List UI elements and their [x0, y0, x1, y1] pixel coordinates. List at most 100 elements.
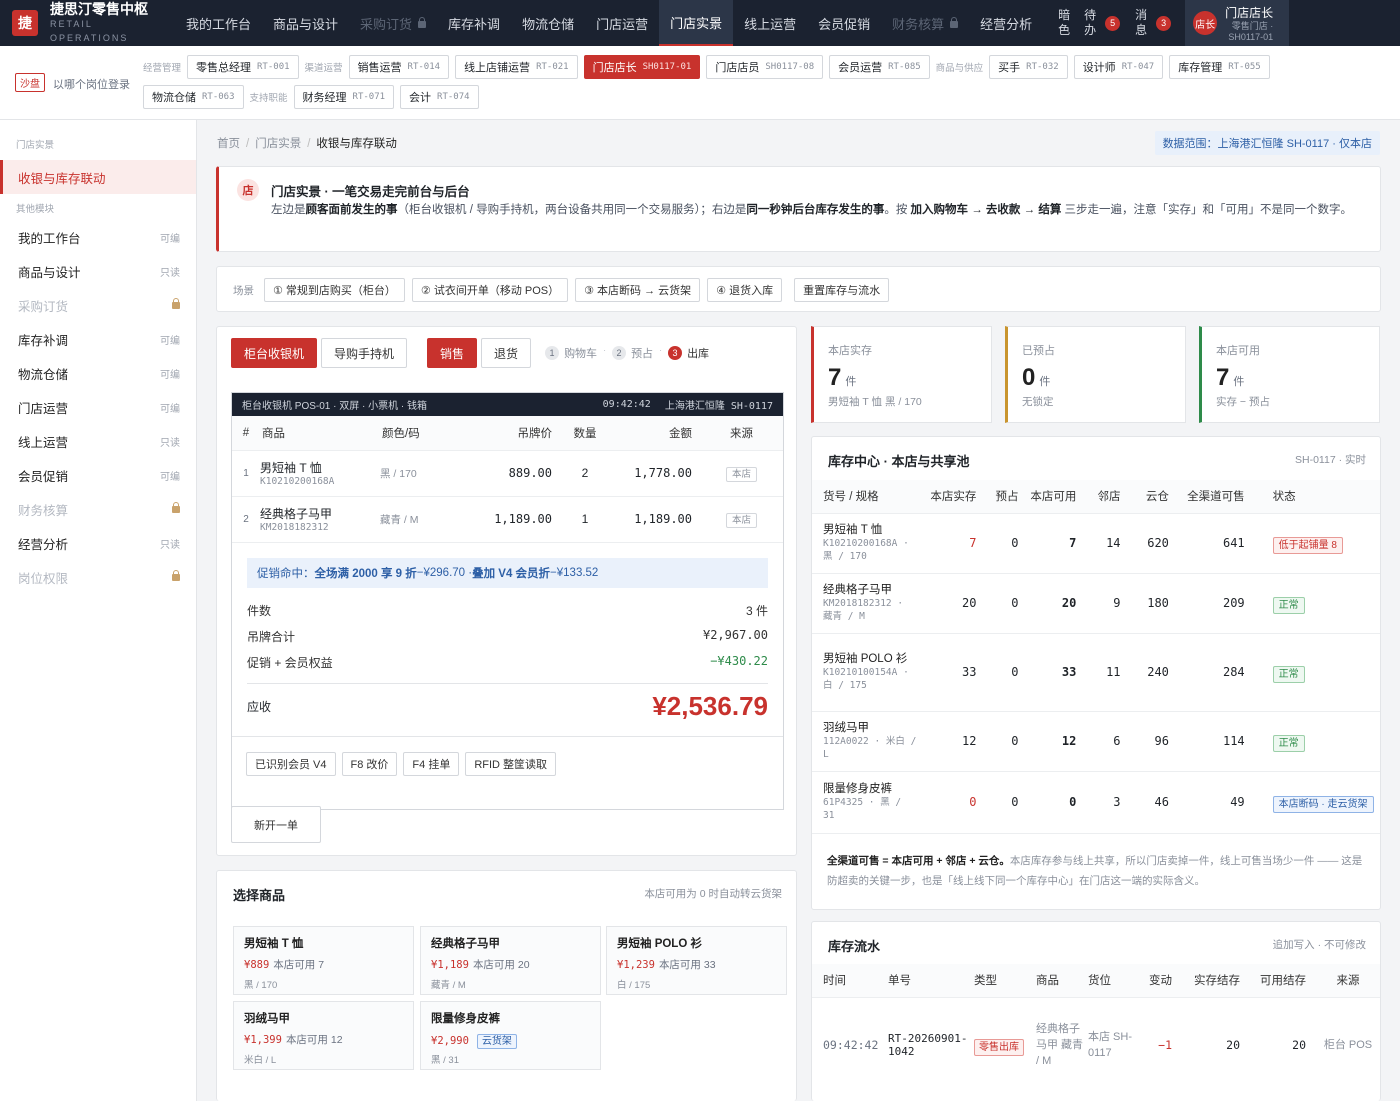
lock-icon [418, 16, 427, 28]
inventory-nearby: 14 [1082, 513, 1127, 574]
sidebar-item-9[interactable]: 经营分析 只读 [0, 526, 196, 560]
role-chip[interactable]: 零售总经理 RT-001 [187, 55, 299, 79]
scenario-button-3[interactable]: ③ 本店断码 → 云货架 [575, 278, 701, 302]
role-chip[interactable]: 买手 RT-032 [989, 55, 1068, 79]
role-chip[interactable]: 物流仓储 RT-063 [143, 85, 244, 109]
role-chip[interactable]: 会计 RT-074 [400, 85, 479, 109]
ledger-table: 时间 单号 类型 商品 货位 变动 实存结存 可用结存 来源 09:42:42 RT-202609… [812, 964, 1380, 1093]
cart-header-1: 商品 [260, 416, 380, 451]
new-order-button[interactable]: 新开一单 [231, 806, 321, 843]
brand-logo: 捷 [12, 10, 38, 36]
role-chip[interactable]: 设计师 RT-047 [1073, 55, 1164, 79]
inventory-item-sku: 61P4325 · 黑 / 31 [823, 797, 902, 821]
tab-return[interactable]: 退货 [481, 338, 532, 368]
sidebar-item-6[interactable]: 线上运营 只读 [0, 424, 196, 458]
user-menu[interactable]: 店长 门店店长 零售门店 · SH0117-01 [1185, 0, 1290, 46]
scenario-label: 场景 [233, 284, 254, 297]
stat-number: 7 [828, 364, 842, 391]
top-nav: 捷 捷思汀零售中枢 RETAIL OPERATIONS 我的工作台 商品与设计 采购… [0, 0, 1400, 46]
breadcrumb-home[interactable]: 首页 [217, 138, 240, 150]
nav-item-6[interactable]: 门店实景 [659, 0, 734, 46]
item-qty[interactable]: 2 [560, 450, 610, 497]
tab-sale[interactable]: 销售 [427, 338, 478, 368]
pos-tool-button[interactable]: F8 改价 [341, 752, 398, 776]
sidebar-item-permission: 只读 [160, 267, 180, 279]
cart-row: 1 男短袖 T 恤 K10210200168A 黑 / 170 889.00 2 1,778… [232, 450, 783, 497]
nav-item-label: 采购订货 [360, 16, 413, 32]
inventory-onhand: 12 [921, 711, 983, 772]
role-row-1: 经营管理 零售总经理 RT-001 渠道运营 销售运营 RT-014 线上店铺运营 RT-02… [143, 55, 1276, 79]
scenario-button-4[interactable]: ④ 退货入库 [707, 278, 783, 302]
stat-note: 男短袖 T 恤 黑 / 170 [828, 396, 922, 408]
role-name: 零售总经理 [196, 62, 252, 74]
ledger-header-5: 变动 [1136, 964, 1182, 998]
role-name: 设计师 [1082, 62, 1116, 74]
sidebar-item-0[interactable]: 我的工作台 可编 [0, 220, 196, 254]
tab-counter-pos[interactable]: 柜台收银机 [231, 338, 318, 368]
inventory-header-0: 货号 / 规格 [812, 480, 922, 514]
inventory-item: 男短袖 POLO 衫 K10210100154A · 白 / 175 [812, 633, 922, 712]
nav-item-4[interactable]: 物流仓储 [511, 0, 585, 46]
nav-item-2[interactable]: 采购订货 [349, 0, 437, 46]
pos-tool-button[interactable]: RFID 整筐读取 [465, 752, 557, 776]
nav-item-1[interactable]: 商品与设计 [262, 0, 349, 46]
sidebar-section-title: 其他模块 [16, 204, 55, 215]
sidebar-item-3[interactable]: 库存补调 可编 [0, 322, 196, 356]
scenario-button-5[interactable]: 重置库存与流水 [794, 278, 890, 302]
todo-button[interactable]: 待办 [1082, 8, 1098, 38]
product-picker-title: 选择商品 [233, 888, 286, 903]
scenario-button-2[interactable]: ② 试衣间开单（移动 POS） [411, 278, 569, 302]
breadcrumb-section[interactable]: 门店实景 [255, 138, 301, 150]
inventory-reserved: 0 [982, 573, 1025, 634]
step-label: 出库 [687, 348, 710, 360]
pos-tool-button[interactable]: 已识别会员 V4 [246, 752, 336, 776]
step-label: 预占 [631, 348, 654, 360]
available-label: 本店可用 [472, 959, 515, 971]
nav-item-3[interactable]: 库存补调 [437, 0, 511, 46]
role-chip[interactable]: 库存管理 RT-055 [1169, 55, 1270, 79]
role-chip[interactable]: 会员运营 RT-085 [829, 55, 930, 79]
role-chip[interactable]: 线上店铺运营 RT-021 [455, 55, 578, 79]
nav-item-7[interactable]: 线上运营 [733, 0, 807, 46]
promo-banner: 促销命中： 全场满 2000 享 9 折 −¥296.70 · 叠加 V4 会员折… [247, 558, 768, 588]
product-card[interactable]: 经典格子马甲 ¥1,189 本店可用 20 藏青 / M [420, 926, 601, 995]
role-chip[interactable]: 门店店员 SH0117-08 [706, 55, 824, 79]
nav-item-8[interactable]: 会员促销 [807, 0, 881, 46]
dark-mode-toggle[interactable]: 暗色 [1056, 8, 1072, 38]
role-code: SH0117-08 [765, 62, 815, 72]
pos-tool-button[interactable]: F4 挂单 [403, 752, 460, 776]
messages-button[interactable]: 消息 [1133, 8, 1149, 38]
role-chip[interactable]: 门店店长 SH0117-01 [583, 55, 701, 79]
inventory-note: SH-0117 · 实时 [1295, 454, 1366, 466]
role-name: 会计 [409, 92, 432, 104]
breadcrumb-current: 收银与库存联动 [316, 138, 397, 150]
product-card[interactable]: 男短袖 POLO 衫 ¥1,239 本店可用 33 白 / 175 [606, 926, 787, 995]
store-icon: 店 [237, 179, 259, 201]
cart-row: 2 经典格子马甲 KM2018182312 藏青 / M 1,189.00 1 1,189.… [232, 496, 783, 543]
nav-item-10[interactable]: 经营分析 [969, 0, 1043, 46]
role-chip[interactable]: 财务经理 RT-071 [293, 85, 395, 109]
inventory-row: 限量修身皮裤 61P4325 · 黑 / 31 0 0 0 3 46 49 本店断码 · 走云货… [812, 771, 1380, 834]
tab-handheld[interactable]: 导购手持机 [321, 338, 408, 368]
ledger-order-no[interactable]: RT-20260901-1042 [888, 997, 974, 1093]
stat-unit: 件 [845, 376, 857, 388]
item-qty[interactable]: 1 [560, 496, 610, 543]
role-chip[interactable]: 销售运营 RT-014 [348, 55, 450, 79]
sidebar-item-5[interactable]: 门店运营 可编 [0, 390, 196, 424]
product-card[interactable]: 限量修身皮裤 ¥2,990 云货架黑 / 31 [420, 1001, 601, 1070]
product-name: 男短袖 T 恤 [244, 938, 304, 950]
product-card[interactable]: 羽绒马甲 ¥1,399 本店可用 12 米白 / L [233, 1001, 414, 1070]
nav-item-9[interactable]: 财务核算 [881, 0, 969, 46]
sidebar-item-7[interactable]: 会员促销 可编 [0, 458, 196, 492]
sidebar-item-4[interactable]: 物流仓储 可编 [0, 356, 196, 390]
scenario-button-1[interactable]: ① 常规到店购买（柜台） [264, 278, 405, 302]
inventory-total: 49 [1174, 771, 1251, 834]
sidebar-item-permission: 可编 [160, 403, 180, 415]
nav-item-5[interactable]: 门店运营 [585, 0, 659, 46]
product-spec: 米白 / L [244, 1055, 277, 1066]
nav-item-0[interactable]: 我的工作台 [175, 0, 262, 46]
sidebar-item-cashier-inventory[interactable]: 收银与库存联动 [0, 160, 196, 194]
product-card[interactable]: 男短袖 T 恤 ¥889 本店可用 7 黑 / 170 [233, 926, 414, 995]
sidebar-item-1[interactable]: 商品与设计 只读 [0, 254, 196, 288]
product-available: 20 [517, 959, 530, 971]
